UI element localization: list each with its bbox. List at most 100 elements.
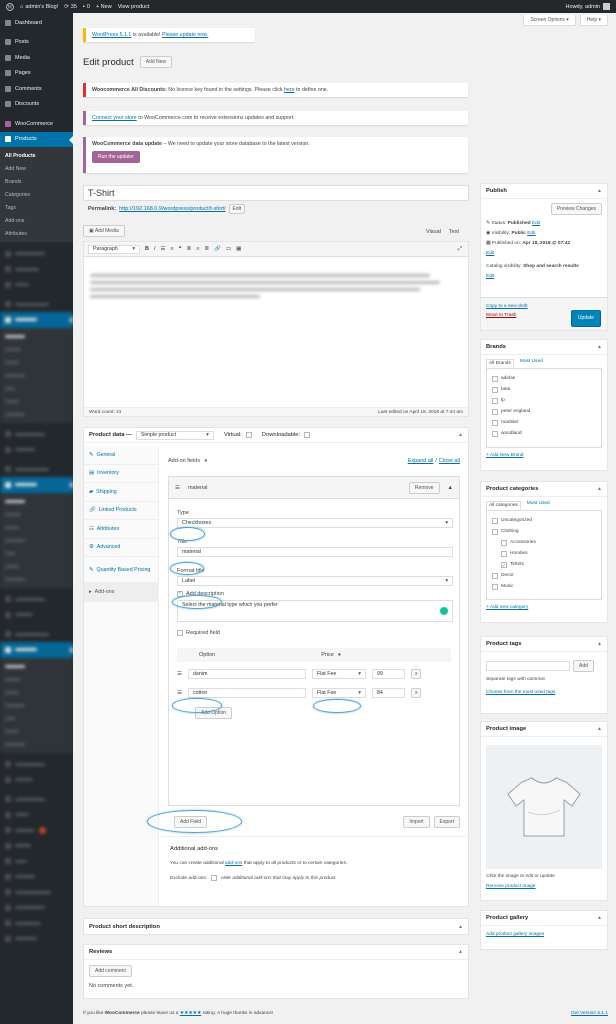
wp-version-link[interactable]: WordPress 5.1.1 bbox=[92, 32, 131, 38]
update-now-link[interactable]: Please update now. bbox=[162, 32, 208, 38]
list-item[interactable]: peter england bbox=[492, 406, 596, 417]
list-item[interactable]: bata bbox=[492, 384, 596, 395]
tab-most-used-categories[interactable]: Most Used bbox=[527, 501, 550, 510]
fullscreen-icon[interactable]: ⤢ bbox=[458, 246, 462, 253]
sidebar-item-media[interactable]: Media bbox=[0, 50, 73, 66]
list-item[interactable]: Decor bbox=[492, 570, 596, 581]
submenu-categories[interactable]: Categories bbox=[0, 188, 73, 201]
option-price-input[interactable]: 99 bbox=[371, 669, 405, 679]
align-right-icon[interactable]: ≣ bbox=[204, 246, 209, 252]
option-price-input[interactable]: 84 bbox=[371, 688, 405, 698]
quote-icon[interactable]: ❝ bbox=[179, 246, 182, 252]
remove-option-button[interactable]: x bbox=[410, 669, 422, 679]
more-icon[interactable]: ▭ bbox=[226, 246, 231, 252]
align-left-icon[interactable]: ≣ bbox=[187, 246, 192, 252]
option-fee-select[interactable]: Flat Fee bbox=[311, 669, 366, 679]
brand-checkbox[interactable] bbox=[492, 397, 498, 404]
list-item[interactable]: Music bbox=[492, 581, 596, 592]
submenu-attributes[interactable]: Attributes bbox=[0, 227, 73, 240]
italic-icon[interactable]: I bbox=[154, 246, 156, 252]
add-gallery-images-link[interactable]: Add product gallery images bbox=[486, 932, 544, 937]
drag-handle-icon[interactable]: ☰ bbox=[175, 485, 180, 491]
sidebar-item-dashboard[interactable]: Dashboard bbox=[0, 15, 73, 31]
sidebar-item-posts[interactable]: Posts bbox=[0, 35, 73, 51]
published-on-edit-link[interactable]: Edit bbox=[486, 251, 494, 256]
exclude-addons-checkbox[interactable] bbox=[211, 875, 218, 881]
list-item[interactable]: woodland bbox=[492, 428, 596, 439]
status-edit-link[interactable]: Edit bbox=[532, 221, 540, 226]
collapse-toggle-icon[interactable]: ▲ bbox=[597, 486, 602, 492]
catalog-edit-link[interactable]: Edit bbox=[486, 274, 494, 279]
add-new-brand-link[interactable]: + Add New Brand bbox=[486, 453, 523, 458]
remove-addon-button[interactable]: Remove bbox=[408, 481, 440, 494]
tab-shipping[interactable]: ▰ Shipping bbox=[84, 483, 158, 502]
brand-checkbox[interactable] bbox=[492, 408, 498, 415]
add-media-button[interactable]: ▣ Add Media bbox=[83, 225, 125, 237]
list-item[interactable]: roadster bbox=[492, 417, 596, 428]
tab-general[interactable]: ✎ General bbox=[84, 446, 158, 465]
toolbar-toggle-icon[interactable]: ▦ bbox=[236, 246, 241, 252]
permalink-edit-button[interactable]: Edit bbox=[228, 204, 246, 214]
additional-addons-link[interactable]: add-ons bbox=[225, 861, 242, 866]
tab-most-used-brands[interactable]: Most Used bbox=[520, 359, 543, 368]
expand-all-link[interactable]: Expand all bbox=[408, 458, 434, 464]
short-description-box[interactable]: Product short description ▲ bbox=[83, 918, 469, 935]
sidebar-item-products[interactable]: Products bbox=[0, 131, 73, 147]
avatar[interactable] bbox=[603, 3, 610, 10]
preview-changes-button[interactable]: Preview Changes bbox=[550, 203, 602, 215]
addon-type-select[interactable]: Checkboxes bbox=[177, 518, 453, 528]
copy-to-draft-link[interactable]: Copy to a new draft bbox=[486, 304, 528, 309]
align-center-icon[interactable]: ≡ bbox=[196, 246, 199, 252]
format-select[interactable]: Paragraph bbox=[88, 244, 140, 254]
price-help-icon[interactable]: ● bbox=[338, 652, 341, 658]
format-title-select[interactable]: Label bbox=[177, 576, 453, 586]
list-item[interactable]: Accessories bbox=[492, 537, 596, 548]
sidebar-item-pages[interactable]: Pages bbox=[0, 66, 73, 82]
brand-checkbox[interactable] bbox=[492, 430, 498, 437]
grammarly-icon[interactable] bbox=[440, 607, 448, 615]
submenu-add-new[interactable]: Add New bbox=[0, 162, 73, 175]
connect-store-link[interactable]: Connect your store bbox=[92, 115, 137, 121]
list-item[interactable]: Clothing bbox=[492, 526, 596, 537]
option-name-input[interactable]: cotton bbox=[187, 688, 306, 698]
add-tag-button[interactable]: Add bbox=[573, 660, 594, 672]
drag-handle-icon[interactable]: ☰ bbox=[177, 690, 182, 696]
downloadable-checkbox[interactable] bbox=[304, 432, 311, 438]
tab-visual[interactable]: Visual bbox=[426, 229, 441, 235]
comments-link[interactable]: ▪ 0 bbox=[83, 4, 90, 10]
tab-add-ons[interactable]: ▸ Add-ons bbox=[84, 583, 158, 602]
tab-advanced[interactable]: ⚙ Advanced bbox=[84, 539, 158, 557]
brand-checkbox[interactable] bbox=[492, 419, 498, 426]
tab-inventory[interactable]: ▤ Inventory bbox=[84, 465, 158, 483]
category-checkbox[interactable] bbox=[492, 572, 498, 579]
help-button[interactable]: Help ▾ bbox=[579, 15, 608, 26]
product-image-thumbnail[interactable] bbox=[486, 745, 602, 869]
discounts-here-link[interactable]: here bbox=[284, 87, 295, 93]
get-version-link[interactable]: Get Version 5.1.1 bbox=[571, 1011, 608, 1016]
collapse-toggle-icon[interactable]: ▲ bbox=[597, 915, 602, 921]
list-item[interactable]: Uncategorized bbox=[492, 515, 596, 526]
collapse-toggle-icon[interactable]: ▲ bbox=[458, 949, 463, 955]
collapse-addon-icon[interactable]: ▲ bbox=[448, 485, 453, 491]
list-item[interactable]: adidas bbox=[492, 373, 596, 384]
addon-title-input[interactable]: material bbox=[177, 547, 453, 557]
submenu-all-products[interactable]: All Products bbox=[0, 149, 73, 162]
sidebar-item-discounts[interactable]: Discounts bbox=[0, 97, 73, 113]
close-all-link[interactable]: Close all bbox=[439, 458, 460, 464]
virtual-checkbox[interactable] bbox=[245, 432, 252, 438]
list-item[interactable]: lp bbox=[492, 395, 596, 406]
submenu-brands[interactable]: Brands bbox=[0, 175, 73, 188]
move-to-trash-link[interactable]: Move to Trash bbox=[486, 313, 516, 318]
collapse-toggle-icon[interactable]: ▲ bbox=[597, 641, 602, 647]
category-checkbox[interactable] bbox=[492, 528, 498, 535]
product-type-select[interactable]: Simple product bbox=[135, 430, 214, 440]
tab-all-brands[interactable]: All Brands bbox=[486, 359, 514, 368]
brand-checkbox[interactable] bbox=[492, 386, 498, 393]
category-checkbox[interactable] bbox=[492, 583, 498, 590]
update-button[interactable]: Update bbox=[570, 310, 601, 327]
list-item[interactable]: Tshirts bbox=[492, 559, 596, 570]
wordpress-logo-icon[interactable]: W bbox=[6, 2, 14, 11]
permalink-link[interactable]: http://192.168.0.9/wordpress/product/t-s… bbox=[119, 206, 225, 212]
tag-input[interactable] bbox=[486, 661, 570, 671]
brand-checkbox[interactable] bbox=[492, 375, 498, 382]
